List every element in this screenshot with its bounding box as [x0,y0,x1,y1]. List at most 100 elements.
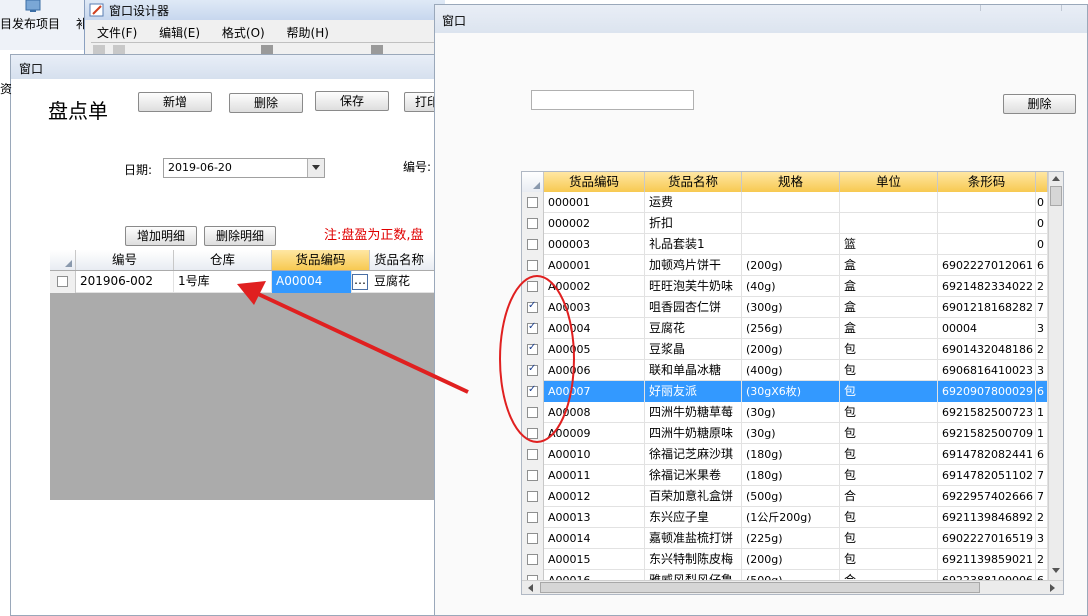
row-checkbox[interactable] [527,342,538,355]
cell-barcode[interactable]: 6922957402666 [938,486,1036,507]
cell-unit[interactable]: 包 [840,549,938,570]
table-row[interactable]: A00008 四洲牛奶糖草莓 (30g) 包 6921582500723 1 [522,402,1048,423]
column-header-barcode[interactable]: 条形码 [938,172,1036,192]
cell-unit[interactable]: 盒 [840,255,938,276]
row-checkbox[interactable] [527,218,538,229]
cell-spec[interactable]: (225g) [742,528,840,549]
cell-barcode[interactable]: 6921139859021 [938,549,1036,570]
cell-unit[interactable]: 包 [840,465,938,486]
publish-project-button[interactable]: 发布项目 [12,15,60,32]
table-row[interactable]: 000003 礼品套装1 篮 0 [522,234,1048,255]
row-checkbox[interactable] [527,321,538,334]
cell-spec[interactable]: (180g) [742,444,840,465]
row-checkbox[interactable] [527,428,538,439]
cell-spec[interactable]: (180g) [742,465,840,486]
menu-format[interactable]: 格式(O) [222,24,265,41]
cell-spec[interactable]: (500g) [742,486,840,507]
row-checkbox[interactable] [527,197,538,208]
cell-barcode[interactable]: 6914782051102 [938,465,1036,486]
cell-extra[interactable]: 0 [1036,192,1048,213]
cell-extra[interactable]: 7 [1036,486,1048,507]
table-row[interactable]: A00003咀香园杏仁饼(300g)盒69012181682827 [522,297,1048,318]
cell-unit[interactable]: 篮 [840,234,938,255]
window-controls[interactable] [980,5,1062,11]
row-checkbox[interactable] [527,533,538,544]
cell-code[interactable]: A00007 [544,381,645,402]
cell-extra[interactable]: 6 [1036,570,1048,580]
column-header-warehouse[interactable]: 仓库 [174,250,272,270]
cell-code[interactable]: A00015 [544,549,645,570]
table-row[interactable]: A00011 徐福记米果卷 (180g) 包 6914782051102 7 [522,465,1048,486]
cell-extra[interactable]: 2 [1036,339,1048,360]
cell-unit[interactable]: 盒 [840,297,938,318]
cell-barcode[interactable]: 6901218168282 [938,297,1036,318]
cell-code[interactable]: 000002 [544,213,645,234]
cell-name[interactable]: 加顿鸡片饼干 [645,255,742,276]
row-checkbox[interactable] [527,239,538,250]
cell-name[interactable]: 豆腐花 [645,318,742,339]
table-row[interactable]: A00013 东兴应子皇 (1公斤200g) 包 6921139846892 2 [522,507,1048,528]
cell-code[interactable]: 000001 [544,192,645,213]
cell-name[interactable]: 运费 [645,192,742,213]
cell-extra[interactable]: 7 [1036,465,1048,486]
column-header-extra[interactable] [1036,172,1048,192]
table-row[interactable]: A00014 嘉顿准盐梳打饼 (225g) 包 6902227016519 3 [522,528,1048,549]
row-checkbox[interactable] [527,384,538,397]
cell-extra[interactable]: 3 [1036,528,1048,549]
cell-spec[interactable]: (30g) [742,423,840,444]
scroll-right-icon[interactable] [1050,584,1055,592]
column-header-name[interactable]: 货品名称 [645,172,742,192]
cell-name[interactable]: 豆浆晶 [645,339,742,360]
cell-goods-code[interactable]: A00004 [272,271,352,293]
cell-unit[interactable]: 包 [840,423,938,444]
table-row[interactable]: A00007好丽友派(30gX6枚)包69209078000296 [522,381,1048,402]
cell-spec[interactable]: (500g) [742,570,840,580]
cell-extra[interactable]: 3 [1036,360,1048,381]
column-header-code[interactable]: 货品编码 [544,172,645,192]
cell-unit[interactable]: 盒 [840,276,938,297]
cell-name[interactable]: 礼品套装1 [645,234,742,255]
cell-code[interactable]: A00013 [544,507,645,528]
cell-extra[interactable]: 1 [1036,423,1048,444]
cell-name[interactable]: 四洲牛奶糖草莓 [645,402,742,423]
new-button[interactable]: 新增 [138,92,212,112]
cell-barcode[interactable]: 6902227016519 [938,528,1036,549]
row-checkbox[interactable] [527,407,538,418]
row-checkbox[interactable] [527,470,538,481]
save-button[interactable]: 保存 [315,91,389,111]
date-picker[interactable]: 2019-06-20 [163,158,325,178]
row-checkbox[interactable] [527,554,538,565]
cell-spec[interactable]: (30gX6枚) [742,381,840,402]
cell-spec[interactable] [742,234,840,255]
cell-extra[interactable]: 2 [1036,507,1048,528]
table-row[interactable]: 000002 折扣 0 [522,213,1048,234]
column-header-goods-name[interactable]: 货品名称 [370,250,438,270]
scroll-down-icon[interactable] [1052,568,1060,573]
cell-spec[interactable]: (1公斤200g) [742,507,840,528]
cell-unit[interactable]: 合 [840,570,938,580]
cell-extra[interactable]: 2 [1036,549,1048,570]
scroll-thumb[interactable] [1050,186,1062,206]
cell-spec[interactable]: (400g) [742,360,840,381]
row-checkbox[interactable] [527,491,538,502]
cell-unit[interactable]: 包 [840,402,938,423]
column-header-number[interactable]: 编号 [76,250,174,270]
cell-spec[interactable] [742,192,840,213]
column-header-spec[interactable]: 规格 [742,172,840,192]
cell-extra[interactable]: 6 [1036,255,1048,276]
cell-unit[interactable]: 包 [840,339,938,360]
cell-name[interactable]: 徐福记芝麻沙琪 [645,444,742,465]
cell-code[interactable]: A00012 [544,486,645,507]
table-row[interactable]: 201906-002 1号库 A00004 … 豆腐花 [50,271,438,293]
cell-code[interactable]: A00003 [544,297,645,318]
date-dropdown-button[interactable] [307,159,324,177]
cell-barcode[interactable]: 6922388100006 [938,570,1036,580]
cell-goods-name[interactable]: 豆腐花 [370,271,438,293]
cell-extra[interactable]: 6 [1036,444,1048,465]
cell-barcode[interactable] [938,192,1036,213]
cell-name[interactable]: 东兴应子皇 [645,507,742,528]
goods-delete-button[interactable]: 删除 [1003,94,1076,114]
row-checkbox[interactable] [527,363,538,376]
row-checkbox[interactable] [527,449,538,460]
cell-extra[interactable]: 3 [1036,318,1048,339]
